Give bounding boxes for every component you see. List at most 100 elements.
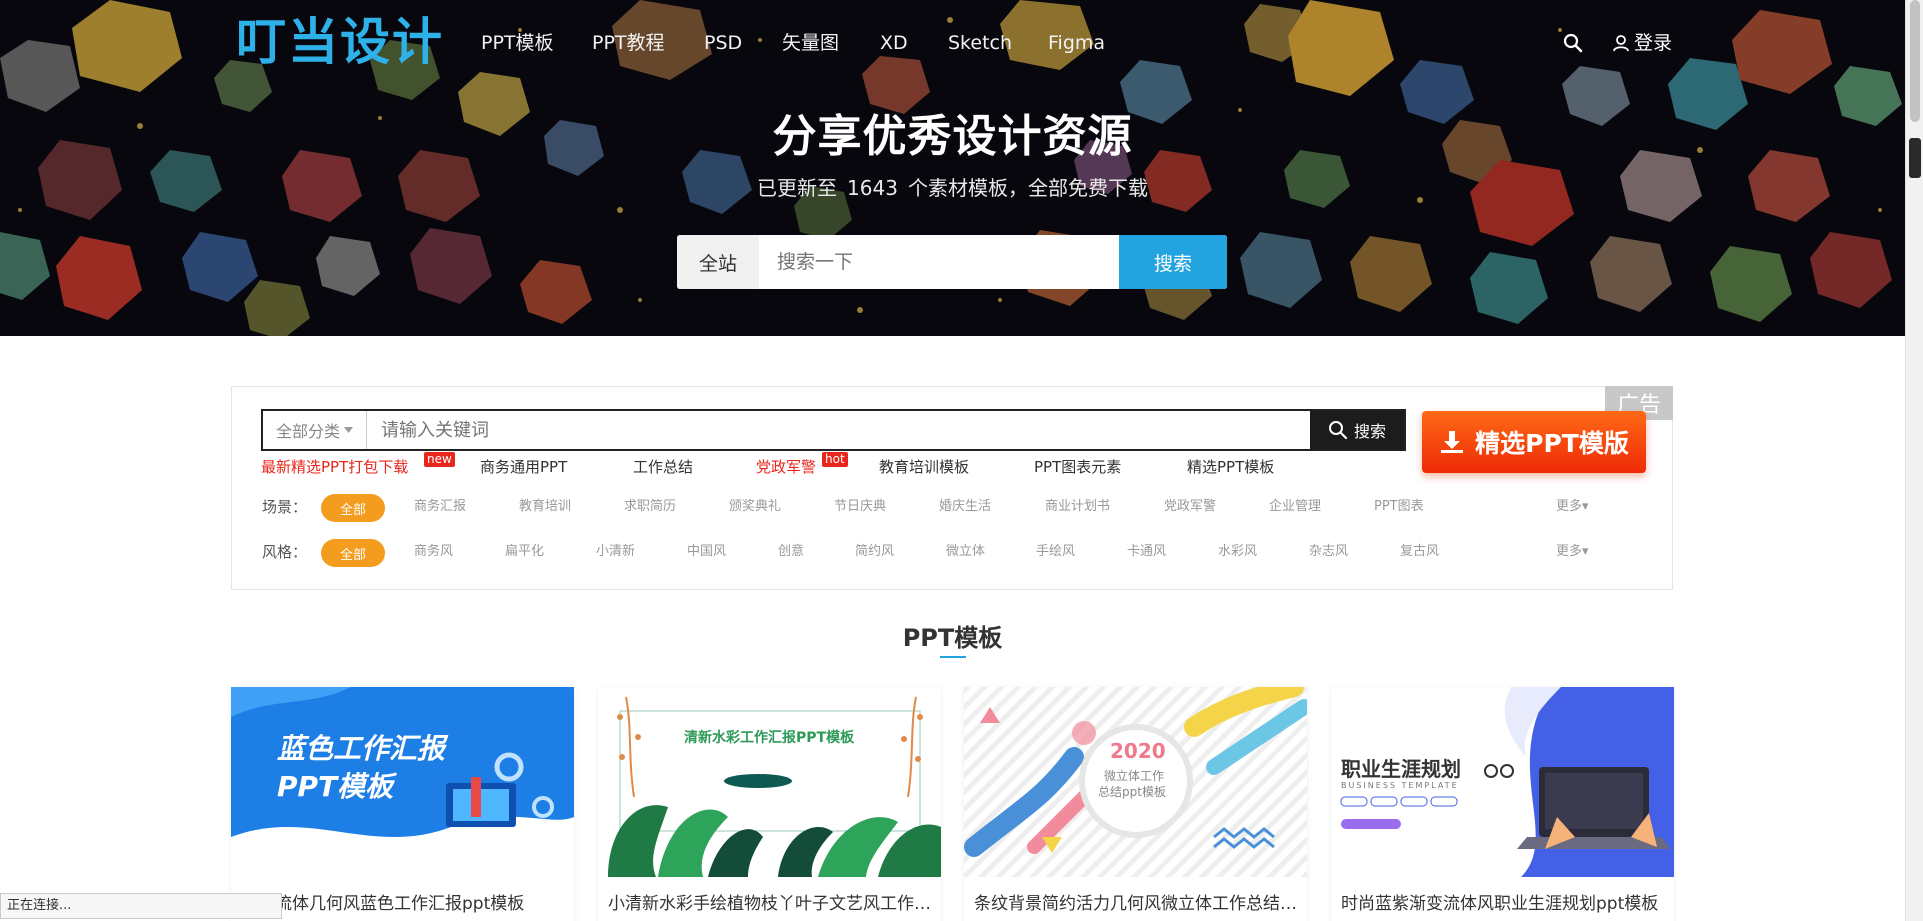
card-title[interactable]: 图表流体几何风蓝色工作汇报ppt模板: [241, 889, 566, 914]
card-thumbnail: 清新水彩工作汇报PPT模板: [598, 687, 941, 877]
keyword-search-box: 全部分类 搜索: [261, 409, 1406, 451]
nav-xd[interactable]: XD: [880, 30, 908, 56]
hot-link-education[interactable]: 教育培训模板: [879, 457, 969, 477]
section-title: PPT模板: [902, 624, 1003, 652]
scene-chip[interactable]: 商务汇报: [414, 498, 466, 516]
scene-more-label: 更多: [1556, 499, 1583, 514]
card-thumb-headline: 蓝色工作汇报: [277, 732, 446, 765]
hero-banner: 叮当设计 PPT模板 PPT教程 PSD 矢量图 XD Sketch Figma…: [0, 0, 1905, 336]
template-card[interactable]: 职业生涯规划 BUSINESS TEMPLATE 时尚蓝紫渐变流体风职业生涯规划…: [1331, 687, 1674, 921]
style-chip[interactable]: 创意: [778, 543, 804, 561]
card-thumb-subline: PPT模板: [277, 770, 394, 803]
promo-ppt-button[interactable]: 精选PPT模版: [1422, 411, 1646, 473]
search-scope-select[interactable]: 全站: [677, 235, 759, 289]
card-thumbnail: 蓝色工作汇报 PPT模板: [231, 687, 574, 877]
site-logo[interactable]: 叮当设计: [236, 12, 444, 72]
hero-subtitle: 已更新至 1643 个素材模板，全部免费下载: [0, 172, 1905, 201]
style-chip[interactable]: 扁平化: [505, 543, 544, 561]
nav-ppt-template[interactable]: PPT模板: [481, 30, 554, 56]
keyword-input[interactable]: [367, 411, 1310, 449]
style-chip[interactable]: 微立体: [946, 543, 985, 561]
hot-link-party-gov[interactable]: 党政军警: [756, 457, 816, 477]
category-dropdown[interactable]: 全部分类: [263, 411, 367, 449]
style-chip[interactable]: 杂志风: [1309, 543, 1348, 561]
card-thumb-subline: BUSINESS TEMPLATE: [1341, 781, 1459, 790]
hero-title: 分享优秀设计资源: [772, 111, 1133, 162]
hot-link-featured[interactable]: 精选PPT模板: [1187, 457, 1274, 477]
scene-chip[interactable]: 教育培训: [519, 498, 571, 516]
template-card[interactable]: 清新水彩工作汇报PPT模板 小清新水彩手绘植物枝丫叶子文艺风工作汇报PPT模板: [598, 687, 941, 921]
style-chip-all[interactable]: 全部: [321, 539, 385, 567]
section-underline: [940, 656, 966, 658]
scene-label: 场景：: [262, 498, 308, 516]
hot-link-work-summary[interactable]: 工作总结: [633, 457, 693, 477]
nav-figma[interactable]: Figma: [1048, 30, 1105, 56]
subtitle-suffix: 个素材模板，全部免费下载: [907, 176, 1148, 200]
nav-vector[interactable]: 矢量图: [782, 30, 839, 56]
card-thumb-subline: 微立体工作: [1104, 769, 1165, 783]
category-label: 全部分类: [275, 422, 340, 441]
nav-sketch[interactable]: Sketch: [948, 30, 1012, 56]
card-thumb-year: 2020: [1110, 739, 1166, 763]
new-badge: new: [424, 452, 455, 467]
search-icon: [1328, 421, 1348, 440]
hot-link-latest-pack[interactable]: 最新精选PPT打包下载: [261, 457, 408, 477]
nav-psd[interactable]: PSD: [704, 30, 742, 56]
scene-chip[interactable]: 颁奖典礼: [729, 498, 781, 516]
hot-link-chart-elements[interactable]: PPT图表元素: [1034, 457, 1121, 477]
hero-search-bar: 全站 搜索: [677, 235, 1227, 289]
search-icon[interactable]: [1562, 32, 1584, 54]
style-chip[interactable]: 小清新: [596, 543, 635, 561]
style-chip[interactable]: 手绘风: [1036, 543, 1075, 561]
style-chip[interactable]: 商务风: [414, 543, 453, 561]
style-chip[interactable]: 卡通风: [1127, 543, 1166, 561]
card-thumb-subline-2: 总结ppt模板: [1098, 785, 1166, 799]
scene-chip[interactable]: 企业管理: [1269, 498, 1321, 516]
template-card[interactable]: 蓝色工作汇报 PPT模板 图表流体几何风蓝色工作汇报ppt模板: [231, 687, 574, 921]
keyword-search-label: 搜索: [1353, 422, 1386, 441]
download-icon: [1441, 431, 1464, 453]
style-label: 风格：: [262, 543, 308, 561]
hot-badge: hot: [822, 452, 848, 467]
caret-down-icon: [344, 427, 353, 433]
style-chip[interactable]: 复古风: [1400, 543, 1439, 561]
style-chip[interactable]: 中国风: [687, 543, 726, 561]
hero-search-button[interactable]: 搜索: [1119, 235, 1227, 289]
scene-chip[interactable]: 婚庆生活: [939, 498, 991, 516]
card-title[interactable]: 条纹背景简约活力几何风微立体工作总结ppt模板: [974, 889, 1299, 914]
scene-chip[interactable]: PPT图表: [1374, 498, 1424, 516]
subtitle-prefix: 已更新至: [757, 176, 838, 200]
page: 叮当设计 PPT模板 PPT教程 PSD 矢量图 XD Sketch Figma…: [0, 0, 1923, 921]
promo-label: 精选PPT模版: [1475, 429, 1629, 458]
browser-status-bar: 正在连接...: [0, 893, 282, 919]
card-thumb-headline: 清新水彩工作汇报PPT模板: [684, 730, 855, 746]
nav-ppt-tutorial[interactable]: PPT教程: [592, 30, 665, 56]
thumbnail-watercolor-plants: [598, 687, 941, 877]
scrollbar-thumb[interactable]: [1910, 0, 1920, 122]
scene-more-link[interactable]: 更多▾: [1556, 498, 1589, 516]
scene-chip[interactable]: 党政军警: [1164, 498, 1216, 516]
login-label: 登录: [1634, 32, 1673, 54]
hot-link-business[interactable]: 商务通用PPT: [480, 457, 567, 477]
keyword-search-button[interactable]: 搜索: [1310, 411, 1404, 449]
style-more-label: 更多: [1556, 544, 1583, 559]
side-float-handle[interactable]: [1909, 138, 1921, 178]
card-title[interactable]: 小清新水彩手绘植物枝丫叶子文艺风工作汇报PPT模板: [608, 889, 933, 914]
style-chip[interactable]: 水彩风: [1218, 543, 1257, 561]
scene-chip[interactable]: 节日庆典: [834, 498, 886, 516]
card-thumbnail: 职业生涯规划 BUSINESS TEMPLATE: [1331, 687, 1674, 877]
user-icon: [1613, 35, 1629, 52]
card-thumb-headline: 职业生涯规划: [1341, 757, 1461, 781]
top-nav: 叮当设计 PPT模板 PPT教程 PSD 矢量图 XD Sketch Figma…: [0, 0, 1905, 86]
scene-chip[interactable]: 求职简历: [624, 498, 676, 516]
card-title[interactable]: 时尚蓝紫渐变流体风职业生涯规划ppt模板: [1341, 889, 1666, 914]
hero-search-input[interactable]: [759, 235, 1119, 289]
style-more-link[interactable]: 更多▾: [1556, 543, 1589, 561]
login-link[interactable]: 登录: [1612, 30, 1672, 56]
template-card[interactable]: 2020 微立体工作 总结ppt模板 条纹背景简约活力几何风微立体工作总结ppt…: [964, 687, 1307, 921]
card-thumbnail: 2020 微立体工作 总结ppt模板: [964, 687, 1307, 877]
scene-chip-all[interactable]: 全部: [321, 494, 385, 522]
scene-chip[interactable]: 商业计划书: [1045, 498, 1110, 516]
resource-count: 1643: [847, 176, 898, 200]
style-chip[interactable]: 简约风: [855, 543, 894, 561]
